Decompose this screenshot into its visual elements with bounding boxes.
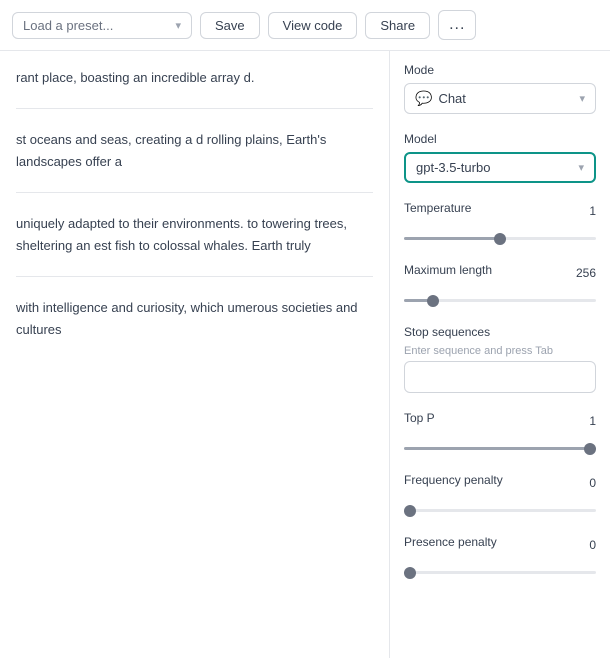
max-length-slider[interactable] [404,299,596,302]
frequency-penalty-label: Frequency penalty [404,473,503,487]
content-section-1: rant place, boasting an incredible array… [16,67,373,109]
temperature-label: Temperature [404,201,471,215]
main-layout: rant place, boasting an incredible array… [0,51,610,658]
presence-penalty-label: Presence penalty [404,535,497,549]
max-length-label: Maximum length [404,263,492,277]
preset-chevron-icon: ▾ [175,19,181,32]
max-length-row: Maximum length 256 [404,263,596,283]
temperature-group: Temperature 1 [404,201,596,245]
share-button[interactable]: Share [365,12,430,39]
top-p-group: Top P 1 [404,411,596,455]
top-p-label: Top P [404,411,435,425]
content-text-2: st oceans and seas, creating a d rolling… [16,129,373,172]
max-length-value: 256 [576,266,596,280]
top-p-slider-container [404,437,596,455]
content-section-3: uniquely adapted to their environments. … [16,213,373,277]
stop-sequences-input[interactable] [404,361,596,393]
stop-sequences-group: Stop sequences Enter sequence and press … [404,325,596,393]
preset-dropdown[interactable]: Load a preset... ▾ [12,12,192,39]
content-panel: rant place, boasting an incredible array… [0,51,390,658]
frequency-penalty-group: Frequency penalty 0 [404,473,596,517]
more-button[interactable]: ... [438,10,476,40]
max-length-slider-container [404,289,596,307]
content-text-4: with intelligence and curiosity, which u… [16,297,373,340]
model-group: Model gpt-3.5-turbo ▾ [404,132,596,183]
presence-penalty-slider-container [404,561,596,579]
model-label: Model [404,132,596,146]
stop-sequences-label: Stop sequences [404,325,596,339]
model-chevron-icon: ▾ [578,161,584,174]
toolbar: Load a preset... ▾ Save View code Share … [0,0,610,51]
frequency-penalty-slider-container [404,499,596,517]
mode-dropdown-left: 💬 Chat [415,90,466,107]
content-section-4: with intelligence and curiosity, which u… [16,297,373,360]
presence-penalty-row: Presence penalty 0 [404,535,596,555]
temperature-value: 1 [589,204,596,218]
max-length-group: Maximum length 256 [404,263,596,307]
top-p-slider[interactable] [404,447,596,450]
presence-penalty-value: 0 [589,538,596,552]
frequency-penalty-row: Frequency penalty 0 [404,473,596,493]
content-text-1: rant place, boasting an incredible array… [16,67,373,88]
content-section-2: st oceans and seas, creating a d rolling… [16,129,373,193]
temperature-row: Temperature 1 [404,201,596,221]
presence-penalty-group: Presence penalty 0 [404,535,596,579]
content-text-3: uniquely adapted to their environments. … [16,213,373,256]
stop-sequences-hint: Enter sequence and press Tab [404,345,596,357]
mode-label: Mode [404,63,596,77]
chat-icon: 💬 [415,90,432,107]
settings-panel: Mode 💬 Chat ▾ Model gpt-3.5-turbo ▾ Temp… [390,51,610,658]
top-p-row: Top P 1 [404,411,596,431]
model-dropdown[interactable]: gpt-3.5-turbo ▾ [404,152,596,183]
top-p-value: 1 [589,414,596,428]
presence-penalty-slider[interactable] [404,571,596,574]
temperature-slider-container [404,227,596,245]
mode-group: Mode 💬 Chat ▾ [404,63,596,114]
save-button[interactable]: Save [200,12,260,39]
mode-dropdown[interactable]: 💬 Chat ▾ [404,83,596,114]
view-code-button[interactable]: View code [268,12,358,39]
mode-value: Chat [438,91,465,106]
frequency-penalty-slider[interactable] [404,509,596,512]
preset-placeholder: Load a preset... [23,18,113,33]
frequency-penalty-value: 0 [589,476,596,490]
temperature-slider[interactable] [404,237,596,240]
mode-chevron-icon: ▾ [579,92,585,105]
model-value: gpt-3.5-turbo [416,160,490,175]
